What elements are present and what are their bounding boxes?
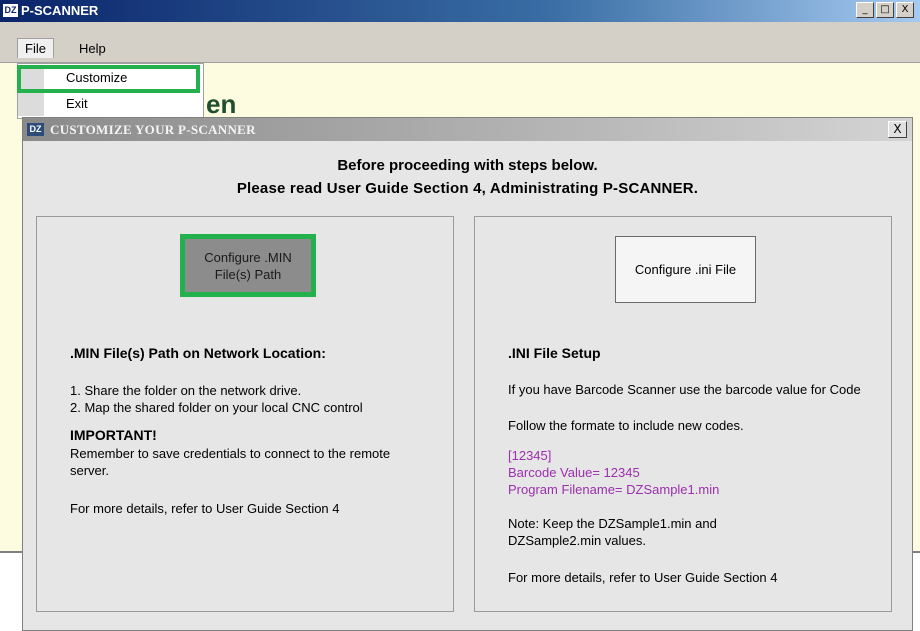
min-step-2: 2. Map the shared folder on your local C…: [70, 400, 363, 415]
dialog-heading-line1: Before proceeding with steps below.: [337, 157, 598, 174]
menu-item-exit[interactable]: Exit: [18, 92, 203, 116]
main-title-bar: DZ P-SCANNER _ □ X: [0, 0, 920, 22]
app-logo-icon: DZ: [3, 4, 18, 17]
ini-setup-heading: .INI File Setup: [508, 345, 601, 361]
min-more-details: For more details, refer to User Guide Se…: [70, 501, 340, 516]
min-path-heading: .MIN File(s) Path on Network Location:: [70, 345, 326, 361]
window-controls: _ □ X: [856, 2, 914, 18]
important-label: IMPORTANT!: [70, 427, 157, 443]
configure-min-path-button[interactable]: Configure .MIN File(s) Path: [180, 234, 316, 297]
highlight-box-customize: [17, 65, 200, 93]
dialog-close-button[interactable]: X: [888, 121, 907, 138]
dialog-heading-line2: Please read User Guide Section 4, Admini…: [236, 180, 699, 197]
menu-file[interactable]: File: [17, 38, 54, 58]
ini-code-line: [12345]: [508, 448, 552, 463]
ini-barcode-line: Barcode Value= 12345: [508, 465, 640, 480]
ini-setup-panel: Configure .ini File .INI File Setup If y…: [474, 216, 892, 612]
maximize-button[interactable]: □: [876, 2, 894, 18]
menu-bar: File Help: [0, 22, 920, 63]
close-button[interactable]: X: [896, 2, 914, 18]
min-path-panel: Configure .MIN File(s) Path .MIN File(s)…: [36, 216, 454, 612]
dialog-title-bar: DZ CUSTOMIZE YOUR P-SCANNER X: [23, 118, 912, 141]
minimize-button[interactable]: _: [856, 2, 874, 18]
background-text-fragment: en: [206, 89, 237, 119]
configure-ini-button[interactable]: Configure .ini File: [615, 236, 756, 303]
important-text: Remember to save credentials to connect …: [70, 446, 391, 478]
ini-program-line: Program Filename= DZSample1.min: [508, 482, 720, 497]
ini-note: Note: Keep the DZSample1.min and DZSampl…: [508, 516, 717, 548]
ini-intro: If you have Barcode Scanner use the barc…: [508, 382, 861, 397]
app-title: P-SCANNER: [21, 3, 99, 18]
customize-dialog: DZ CUSTOMIZE YOUR P-SCANNER X Before pro…: [22, 117, 913, 631]
menu-icon-strip: [18, 92, 44, 116]
ini-more-details: For more details, refer to User Guide Se…: [508, 570, 778, 585]
dialog-logo-icon: DZ: [27, 123, 44, 136]
dialog-title: CUSTOMIZE YOUR P-SCANNER: [50, 122, 256, 137]
ini-follow-text: Follow the formate to include new codes.: [508, 418, 744, 433]
menu-help[interactable]: Help: [72, 39, 113, 58]
menu-item-exit-label: Exit: [66, 96, 88, 111]
min-step-1: 1. Share the folder on the network drive…: [70, 383, 302, 398]
